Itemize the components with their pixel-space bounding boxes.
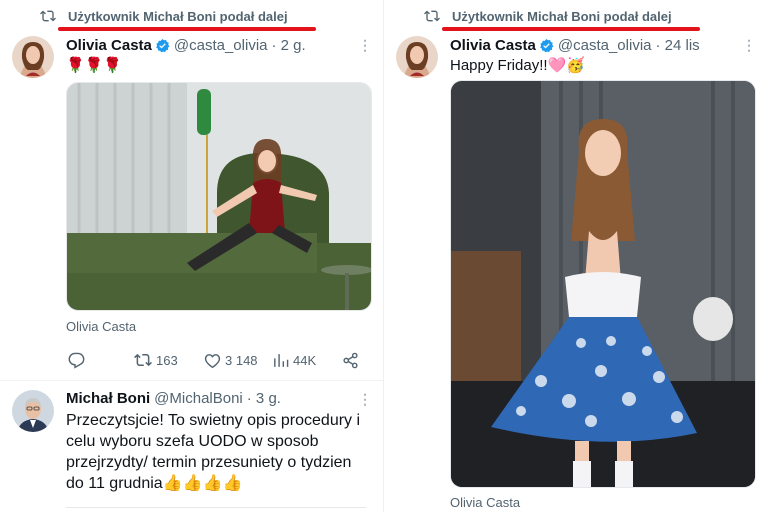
repost-label: Użytkownik Michał Boni podał dalej: [452, 8, 672, 24]
reply-author-name[interactable]: Michał Boni: [66, 390, 150, 407]
highlight-underline: [58, 27, 316, 31]
author-handle[interactable]: @casta_olivia: [174, 37, 268, 54]
share-button[interactable]: [342, 352, 363, 369]
post-time[interactable]: · 24 lis: [656, 37, 700, 54]
repost-header[interactable]: Użytkownik Michał Boni podał dalej: [40, 7, 288, 25]
like-button[interactable]: 3 148: [204, 352, 258, 369]
more-icon[interactable]: ⋮: [358, 38, 372, 52]
tweet-image[interactable]: [66, 82, 372, 311]
share-icon: [343, 352, 358, 368]
retweet-button[interactable]: 163: [134, 351, 178, 369]
left-timeline-panel: Użytkownik Michał Boni podał dalej Olivi…: [0, 0, 384, 512]
views-button[interactable]: 44K: [272, 352, 316, 369]
media-caption: Olivia Casta: [66, 319, 137, 334]
tweet-text: 🌹🌹🌹: [66, 57, 123, 74]
author-handle[interactable]: @casta_olivia: [558, 37, 652, 54]
reply-post-time[interactable]: · 3 g.: [247, 390, 281, 407]
card-edge: [66, 507, 366, 508]
verified-badge-icon: [540, 38, 554, 53]
avatar[interactable]: [396, 36, 438, 78]
retweet-count: 163: [156, 352, 178, 368]
reply-text: Przeczytsjcie! To swietny opis procedury…: [66, 412, 361, 492]
tweet-meta: Olivia Casta @casta_olivia · 2 g.: [66, 37, 306, 54]
views-icon: [274, 353, 289, 367]
repost-icon: [424, 10, 440, 22]
tweet-meta: Olivia Casta @casta_olivia · 24 lis: [450, 37, 700, 54]
tweet-actions: 163 3 148 44K: [68, 350, 360, 370]
right-timeline-panel: Użytkownik Michał Boni podał dalej Olivi…: [384, 0, 768, 512]
verified-badge-icon: [156, 38, 170, 53]
reply-icon: [68, 352, 85, 369]
avatar[interactable]: [12, 36, 54, 78]
media-caption: Olivia Casta: [450, 495, 521, 510]
tweet-text: Happy Friday!!🩷🥳: [450, 57, 585, 74]
retweet-icon: [134, 353, 152, 367]
highlight-underline: [442, 27, 700, 31]
reply-author-handle[interactable]: @MichalBoni: [154, 390, 243, 407]
repost-label: Użytkownik Michał Boni podał dalej: [68, 8, 288, 24]
author-name[interactable]: Olivia Casta: [66, 37, 152, 54]
reply-avatar[interactable]: [12, 390, 54, 432]
like-count: 3 148: [225, 352, 258, 368]
repost-header[interactable]: Użytkownik Michał Boni podał dalej: [424, 7, 672, 25]
post-time[interactable]: · 2 g.: [272, 37, 306, 54]
more-icon[interactable]: ⋮: [742, 38, 756, 52]
divider: [0, 380, 383, 381]
repost-icon: [40, 10, 56, 22]
reply-meta: Michał Boni @MichalBoni · 3 g.: [66, 390, 281, 407]
reply-button[interactable]: [68, 352, 89, 369]
like-icon: [204, 353, 221, 368]
tweet-image[interactable]: [450, 80, 756, 488]
author-name[interactable]: Olivia Casta: [450, 37, 536, 54]
views-count: 44K: [293, 352, 317, 368]
more-icon[interactable]: ⋮: [358, 392, 372, 406]
